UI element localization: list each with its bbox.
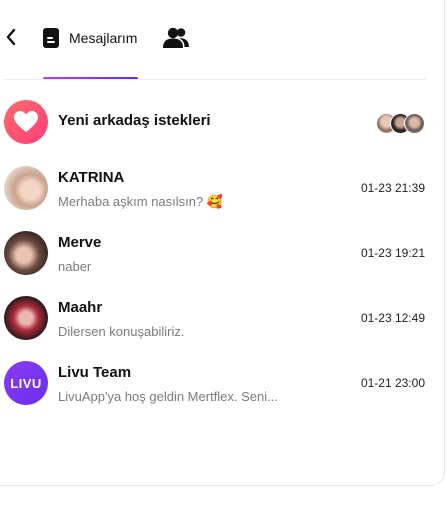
chevron-left-icon	[6, 28, 16, 46]
message-preview: Merhaba aşkım nasılsın? 🥰	[58, 194, 224, 209]
contact-name: KATRINA	[58, 169, 125, 186]
header: Mesajlarım	[0, 0, 445, 80]
message-preview: naber	[58, 259, 92, 274]
avatar	[4, 166, 48, 210]
livu-logo-text: LIVU	[10, 375, 42, 391]
avatar	[4, 296, 48, 340]
message-time: 01-23 21:39	[360, 181, 425, 195]
contact-name: Maahr	[58, 299, 103, 316]
back-button[interactable]	[2, 24, 20, 50]
messages-panel: Mesajlarım Yeni arkadaş istekleri KATRIN…	[0, 0, 445, 486]
livu-logo-avatar: LIVU	[4, 361, 48, 405]
conversation-row[interactable]: KATRINA Merhaba aşkım nasılsın? 🥰 01-23 …	[0, 163, 445, 219]
message-preview: Dilersen konuşabiliriz.	[58, 324, 185, 339]
message-time: 01-21 23:00	[360, 376, 425, 390]
contact-name: Merve	[58, 234, 102, 251]
heart-icon	[14, 111, 38, 132]
tab-messages[interactable]: Mesajlarım	[42, 24, 137, 52]
heart-avatar	[4, 100, 48, 144]
header-divider	[4, 79, 426, 80]
requester-avatars	[376, 113, 428, 134]
message-preview: LivuApp'ya hoş geldin Mertflex. Seni...	[58, 389, 278, 404]
conversation-row[interactable]: Merve naber 01-23 19:21	[0, 228, 445, 284]
friend-requests-row[interactable]: Yeni arkadaş istekleri	[0, 98, 445, 154]
message-time: 01-23 12:49	[360, 311, 425, 325]
conversation-row[interactable]: Maahr Dilersen konuşabiliriz. 01-23 12:4…	[0, 293, 445, 349]
conversation-row[interactable]: LIVU Livu Team LivuApp'ya hoş geldin Mer…	[0, 358, 445, 414]
contact-name: Livu Team	[58, 364, 132, 381]
tab-messages-label: Mesajlarım	[69, 30, 138, 46]
avatar	[4, 231, 48, 275]
requester-avatar	[404, 113, 425, 134]
message-tab-icon	[43, 28, 59, 48]
friend-requests-title: Yeni arkadaş istekleri	[58, 112, 211, 129]
message-time: 01-23 19:21	[360, 246, 425, 260]
friends-icon	[163, 27, 189, 48]
tab-friends[interactable]	[162, 25, 190, 51]
